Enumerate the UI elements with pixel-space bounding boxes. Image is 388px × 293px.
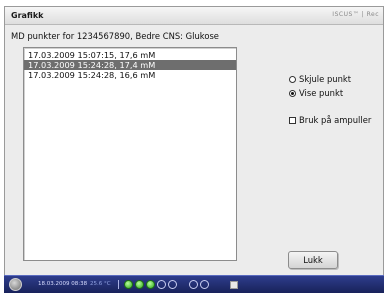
points-listbox[interactable]: 17.03.2009 15:07:15, 17,6 mM 17.03.2009 … — [23, 47, 237, 261]
hide-point-label: Skjule punkt — [299, 74, 352, 84]
radio-on-icon — [289, 89, 296, 97]
status-led-icon — [146, 280, 155, 289]
list-item[interactable]: 17.03.2009 15:24:28, 16,6 mM — [24, 70, 236, 80]
checkbox-icon — [289, 116, 296, 124]
status-led-icon — [135, 280, 144, 289]
show-point-radio[interactable]: Vise punkt — [289, 88, 343, 98]
use-ampoules-checkbox[interactable]: Bruk på ampuller — [289, 115, 371, 125]
status-led-icon — [157, 280, 166, 289]
hide-point-radio[interactable]: Skjule punkt — [289, 74, 351, 84]
taskbar: 18.03.2009 08:38 25.6 °C — [4, 275, 384, 293]
brand-logo: ISCUS™ | Rec — [332, 11, 379, 18]
taskbar-datetime: 18.03.2009 08:38 — [38, 281, 88, 287]
radio-off-icon — [289, 75, 296, 83]
taskbar-temperature: 25.6 °C — [90, 281, 111, 287]
status-led-icon — [124, 280, 133, 289]
use-ampoules-label: Bruk på ampuller — [299, 115, 372, 125]
tray-window-icon[interactable] — [230, 281, 238, 289]
list-item[interactable]: 17.03.2009 15:07:15, 17,6 mM — [24, 50, 236, 60]
page-subtitle: MD punkter for 1234567890, Bedre CNS: Gl… — [11, 31, 219, 41]
start-orb-icon[interactable] — [9, 278, 22, 291]
taskbar-divider — [118, 280, 119, 289]
grafikk-window: Grafikk ISCUS™ | Rec MD punkter for 1234… — [4, 6, 384, 290]
show-point-label: Vise punkt — [299, 88, 344, 98]
window-title: Grafikk — [11, 11, 44, 20]
status-led-icon — [189, 280, 198, 289]
title-bar: Grafikk ISCUS™ | Rec — [5, 7, 383, 25]
status-led-icon — [168, 280, 177, 289]
status-led-icon — [200, 280, 209, 289]
list-item-selected[interactable]: 17.03.2009 15:24:28, 17,4 mM — [24, 60, 236, 70]
close-button[interactable]: Lukk — [288, 251, 338, 269]
